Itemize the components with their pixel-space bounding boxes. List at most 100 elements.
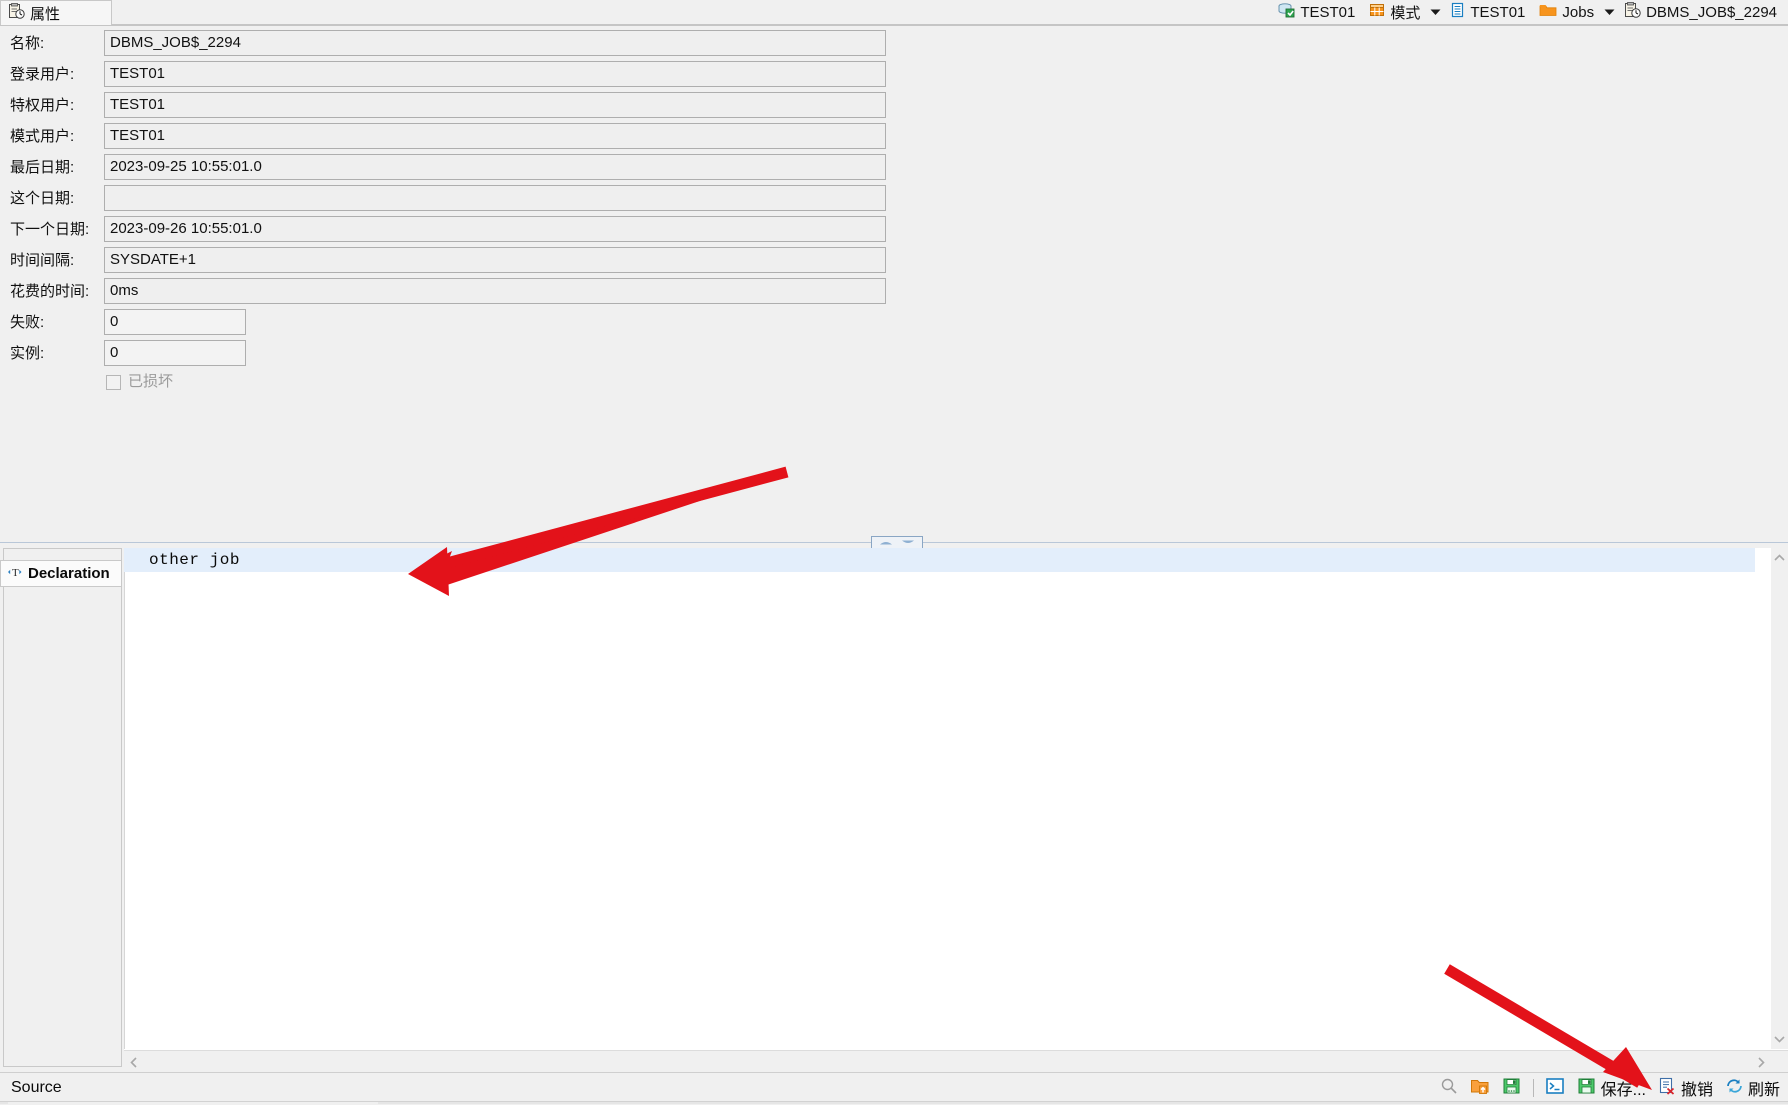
breadcrumb-item-schema-folder-label: 模式 <box>1390 4 1421 22</box>
field-input-last-date[interactable]: 2023-09-25 10:55:01.0 <box>104 154 886 180</box>
field-row-interval: 时间间隔: SYSDATE+1 <box>0 247 1788 278</box>
field-label-next-date: 下一个日期: <box>10 221 90 238</box>
editor-vertical-scrollbar[interactable] <box>1771 548 1788 1049</box>
save-to-file-button[interactable] <box>1496 1075 1528 1101</box>
broken-checkbox-label: 已损坏 <box>128 373 174 390</box>
collapse-down-icon[interactable] <box>900 539 916 546</box>
breadcrumb-caret-jobs[interactable] <box>1601 8 1617 16</box>
save-icon <box>1577 1077 1597 1099</box>
schema-document-icon <box>1450 2 1465 22</box>
breadcrumb-item-schema-label: TEST01 <box>1470 3 1526 21</box>
schema-grid-icon <box>1369 2 1385 22</box>
collapse-up-icon[interactable] <box>878 539 894 546</box>
field-row-privileged-user: 特权用户: TEST01 <box>0 92 1788 123</box>
editor-line-text: other job <box>149 551 240 569</box>
field-input-failures[interactable]: 0 <box>104 309 246 335</box>
tab-properties-label: 属性 <box>30 5 61 23</box>
sql-console-icon <box>1545 1077 1565 1099</box>
outline-content-area <box>3 587 122 1067</box>
tab-declaration[interactable]: T Declaration <box>0 560 122 587</box>
toolbar-separator <box>1532 1078 1534 1097</box>
field-input-total-time[interactable]: 0ms <box>104 278 886 304</box>
refresh-button-label: 刷新 <box>1747 1081 1780 1099</box>
field-label-name: 名称: <box>10 35 45 52</box>
undo-button[interactable]: 撤销 <box>1652 1075 1719 1101</box>
properties-form: 名称: DBMS_JOB$_2294 登录用户: TEST01 特权用户: TE… <box>0 30 1788 401</box>
database-connection-icon <box>1278 2 1295 22</box>
refresh-icon <box>1725 1077 1744 1099</box>
undo-button-label: 撤销 <box>1680 1081 1713 1099</box>
tab-declaration-label: Declaration <box>28 565 110 582</box>
breadcrumb-caret-schema[interactable] <box>1427 8 1443 16</box>
panel-sash[interactable] <box>0 536 1788 549</box>
breadcrumb-item-job[interactable]: DBMS_JOB$_2294 <box>1617 1 1784 23</box>
field-label-failures: 失败: <box>10 314 45 331</box>
field-label-this-date: 这个日期: <box>10 190 75 207</box>
field-row-instance: 实例: 0 <box>0 340 1788 371</box>
undo-icon <box>1658 1077 1677 1099</box>
outline-tab-strip-top <box>3 548 122 560</box>
svg-text:T: T <box>12 567 19 579</box>
field-row-failures: 失败: 0 <box>0 309 1788 340</box>
scroll-right-icon[interactable] <box>1753 1054 1769 1070</box>
field-input-privileged-user[interactable]: TEST01 <box>104 92 886 118</box>
source-code-editor[interactable]: other job <box>124 548 1788 1072</box>
field-label-interval: 时间间隔: <box>10 252 75 269</box>
editor-horizontal-scrollbar[interactable] <box>124 1050 1788 1072</box>
top-bar: 属性 TEST01 模式 TEST01 Jobs DBMS_JOB$_2294 <box>0 0 1788 26</box>
breadcrumb: TEST01 模式 TEST01 Jobs DBMS_JOB$_2294 <box>1271 0 1784 24</box>
declaration-icon: T <box>7 565 23 583</box>
properties-clock-icon <box>8 3 25 23</box>
editor-blank-area[interactable] <box>124 572 1755 1049</box>
field-row-broken: 已损坏 <box>0 371 1788 401</box>
scroll-left-icon[interactable] <box>126 1054 142 1070</box>
broken-checkbox[interactable] <box>106 375 121 390</box>
field-label-last-date: 最后日期: <box>10 159 75 176</box>
field-row-login-user: 登录用户: TEST01 <box>0 61 1788 92</box>
field-input-this-date[interactable] <box>104 185 886 211</box>
field-row-schema-user: 模式用户: TEST01 <box>0 123 1788 154</box>
breadcrumb-item-schema[interactable]: TEST01 <box>1443 1 1532 23</box>
tab-properties[interactable]: 属性 <box>0 0 112 25</box>
field-row-total-time: 花费的时间: 0ms <box>0 278 1788 309</box>
field-label-privileged-user: 特权用户: <box>10 97 75 114</box>
search-icon <box>1440 1077 1458 1099</box>
save-to-file-icon <box>1502 1077 1522 1099</box>
field-row-name: 名称: DBMS_JOB$_2294 <box>0 30 1788 61</box>
field-input-instance[interactable]: 0 <box>104 340 246 366</box>
source-label: Source <box>11 1079 62 1096</box>
field-input-name[interactable]: DBMS_JOB$_2294 <box>104 30 886 56</box>
field-row-last-date: 最后日期: 2023-09-25 10:55:01.0 <box>0 154 1788 185</box>
job-clock-icon <box>1624 2 1641 22</box>
scroll-down-icon[interactable] <box>1771 1031 1788 1047</box>
source-toolbar: 保存... 撤销 刷新 <box>1434 1073 1786 1102</box>
declaration-outline-pane: T Declaration <box>0 548 124 1072</box>
search-button[interactable] <box>1434 1075 1464 1101</box>
field-row-next-date: 下一个日期: 2023-09-26 10:55:01.0 <box>0 216 1788 247</box>
breadcrumb-item-connection[interactable]: TEST01 <box>1271 1 1362 23</box>
save-button[interactable]: 保存... <box>1571 1075 1652 1101</box>
field-input-next-date[interactable]: 2023-09-26 10:55:01.0 <box>104 216 886 242</box>
load-from-file-button[interactable] <box>1464 1075 1496 1101</box>
sql-console-button[interactable] <box>1539 1075 1571 1101</box>
breadcrumb-item-connection-label: TEST01 <box>1300 3 1356 21</box>
load-from-file-icon <box>1470 1077 1490 1099</box>
source-status-bar: Source 保存... 撤销 刷新 <box>0 1072 1788 1102</box>
refresh-button[interactable]: 刷新 <box>1719 1075 1786 1101</box>
source-editor-panel: T Declaration other job <box>0 548 1788 1072</box>
field-input-schema-user[interactable]: TEST01 <box>104 123 886 149</box>
save-button-label: 保存... <box>1600 1081 1646 1099</box>
header-bottom-border <box>0 25 1788 26</box>
breadcrumb-item-schema-folder[interactable]: 模式 <box>1362 1 1427 23</box>
field-label-instance: 实例: <box>10 345 45 362</box>
breadcrumb-item-jobs-label: Jobs <box>1562 3 1595 21</box>
field-input-login-user[interactable]: TEST01 <box>104 61 886 87</box>
scroll-up-icon[interactable] <box>1771 550 1788 566</box>
breadcrumb-item-job-label: DBMS_JOB$_2294 <box>1646 3 1777 21</box>
field-row-this-date: 这个日期: <box>0 185 1788 216</box>
folder-icon <box>1539 3 1557 21</box>
field-label-login-user: 登录用户: <box>10 66 75 83</box>
breadcrumb-item-jobs[interactable]: Jobs <box>1532 1 1601 23</box>
field-input-interval[interactable]: SYSDATE+1 <box>104 247 886 273</box>
field-label-total-time: 花费的时间: <box>10 283 90 300</box>
